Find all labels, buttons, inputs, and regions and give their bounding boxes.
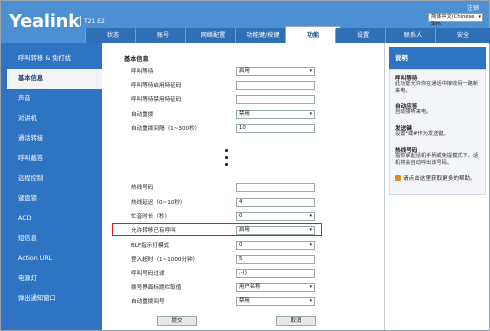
model-label: T21 E2: [84, 18, 105, 25]
call-waiting-label: 呼叫等待: [131, 69, 154, 75]
call-waiting-select[interactable]: 启用 ▾: [236, 67, 315, 76]
hotline-delay-label: 热线延迟（0~10秒）: [131, 200, 186, 206]
hotline-delay-input[interactable]: 4: [236, 198, 315, 207]
help-body: 呼叫等待 此功能允许你在通话中接收另一路新来电。 自动应答 自动接听来电。 发送…: [389, 69, 486, 195]
yealink-logo: Yealink: [9, 11, 80, 32]
tab-network[interactable]: 网络配置: [185, 28, 241, 44]
auto-redial-number-value: 禁用: [239, 298, 250, 304]
ellipsis-dot: [225, 149, 228, 152]
number-filter-label: 呼叫号码过滤: [131, 271, 165, 277]
login-timeout-label: 登入超时（1~1000分钟）: [131, 257, 199, 263]
auto-redial-value: 禁用: [239, 111, 250, 117]
top-header: Yealink T21 E2 注销 简体中文(Chinese Sim ▾ 状态 …: [1, 1, 490, 44]
chevron-down-icon: ▾: [309, 242, 312, 248]
chevron-down-icon: ▾: [309, 284, 312, 290]
help-entry-text: 自动接听来电。: [395, 109, 432, 115]
ellipsis-dot: [225, 156, 228, 159]
login-timeout-input[interactable]: 5: [236, 255, 315, 264]
sidebar-item-transfer[interactable]: 通话转接: [1, 129, 102, 149]
dial-title-label: 拨号界面标题栏取值: [131, 285, 182, 291]
blf-led-mode-select[interactable]: 0 ▾: [236, 241, 315, 250]
sidebar-item-audio[interactable]: 声音: [1, 89, 102, 109]
busy-tone-delay-value: 0: [239, 213, 243, 219]
tab-dsskey[interactable]: 功能键/按键: [235, 28, 291, 44]
sidebar-item-sms[interactable]: 短信息: [1, 229, 102, 249]
language-select[interactable]: 简体中文(Chinese Sim ▾: [428, 13, 483, 27]
more-help-text: 请点击这里获取更多的帮助。: [403, 176, 476, 182]
ellipsis-dot: [225, 163, 228, 166]
busy-tone-delay-select[interactable]: 0 ▾: [236, 212, 315, 221]
more-help-link[interactable]: 请点击这里获取更多的帮助。: [395, 174, 476, 182]
auto-redial-label: 自动重拨: [131, 112, 154, 118]
auto-redial-interval-input[interactable]: 10: [236, 124, 315, 133]
auto-redial-interval-label: 自动重拨间隔（1~300秒）: [131, 126, 201, 132]
allow-transfer-existing-call-select[interactable]: 启用 ▾: [236, 226, 315, 235]
tab-account[interactable]: 账号: [135, 28, 191, 44]
auto-redial-number-select[interactable]: 禁用 ▾: [236, 297, 315, 306]
help-title: 说明: [389, 47, 486, 69]
tab-status[interactable]: 状态: [85, 28, 141, 44]
help-panel: 说明 呼叫等待 此功能允许你在通话中接收另一路新来电。 自动应答 自动接听来电。…: [384, 43, 489, 330]
tab-features[interactable]: 功能: [285, 26, 341, 44]
dial-title-value: 用户名称: [239, 284, 261, 290]
sidebar-item-remote-control[interactable]: 远程控制: [1, 169, 102, 189]
sidebar-item-notification-popups[interactable]: 弹出通知窗口: [1, 289, 102, 309]
chevron-down-icon: ▾: [309, 68, 312, 74]
chevron-down-icon: ▾: [309, 111, 312, 117]
chevron-down-icon: ▾: [309, 227, 312, 233]
sidebar-item-general[interactable]: 基本信息: [7, 69, 102, 89]
auto-redial-number-label: 自动重拨间号: [131, 299, 165, 305]
tab-directory[interactable]: 联系人: [385, 28, 441, 44]
allow-transfer-existing-call-value: 启用: [239, 227, 250, 233]
info-icon: [395, 175, 401, 181]
call-waiting-on-code-input[interactable]: [236, 81, 315, 90]
logo-separator: [80, 16, 81, 26]
call-waiting-on-code-label: 呼叫等待启用特征码: [131, 83, 182, 89]
tab-security[interactable]: 安全: [435, 28, 490, 44]
help-entry-text: 此功能允许你在通话中接收另一路新来电。: [395, 81, 479, 94]
cancel-button[interactable]: 取消: [276, 316, 316, 326]
hotline-number-input[interactable]: [236, 183, 315, 192]
call-waiting-value: 启用: [239, 68, 250, 74]
chevron-down-icon: ▾: [478, 14, 481, 20]
chevron-down-icon: ▾: [309, 298, 312, 304]
dial-title-select[interactable]: 用户名称 ▾: [236, 283, 315, 292]
main-content: 基本信息 呼叫等待 启用 ▾ 呼叫等待启用特征码 呼叫等待禁用特征码 自动重拨 …: [102, 43, 384, 330]
busy-tone-delay-label: 忙音时长（秒）: [131, 214, 171, 220]
sidebar-item-phone-lock[interactable]: 键盘锁: [1, 189, 102, 209]
hotline-number-label: 热线号码: [131, 185, 154, 191]
sidebar-item-action-url[interactable]: Action URL: [1, 249, 102, 269]
logout-link[interactable]: 注销: [467, 3, 479, 12]
submit-button[interactable]: 提交: [157, 316, 197, 326]
call-waiting-off-code-label: 呼叫等待禁用特征码: [131, 97, 182, 103]
auto-redial-select[interactable]: 禁用 ▾: [236, 110, 315, 119]
tab-settings[interactable]: 设置: [335, 28, 391, 44]
number-filter-input[interactable]: ,-(): [236, 269, 315, 278]
call-waiting-off-code-input[interactable]: [236, 95, 315, 104]
sidebar-item-power-led[interactable]: 电源灯: [1, 269, 102, 289]
help-entry-text: 指你拿起话机手柄或免提模式下，话机将会自动呼出该号码。: [395, 153, 479, 166]
sidebar-item-forward-dnd[interactable]: 呼叫转移 & 免打扰: [1, 49, 102, 69]
sidebar-item-acd[interactable]: ACD: [1, 209, 102, 229]
chevron-down-icon: ▾: [309, 213, 312, 219]
sidebar-item-intercom[interactable]: 对讲机: [1, 109, 102, 129]
section-title: 基本信息: [124, 56, 149, 63]
help-entry-text: 设置*或#作为发送键。: [395, 131, 449, 137]
language-value: 简体中文(Chinese Sim: [431, 14, 475, 27]
sidebar: 呼叫转移 & 免打扰 基本信息 声音 对讲机 通话转接 呼叫截答 远程控制 键盘…: [1, 43, 102, 330]
blf-led-mode-label: BLF指示灯模式: [131, 243, 170, 249]
allow-transfer-existing-call-label: 允许转移已有呼叫: [131, 228, 176, 234]
blf-led-mode-value: 0: [239, 242, 243, 248]
sidebar-item-call-pickup[interactable]: 呼叫截答: [1, 149, 102, 169]
